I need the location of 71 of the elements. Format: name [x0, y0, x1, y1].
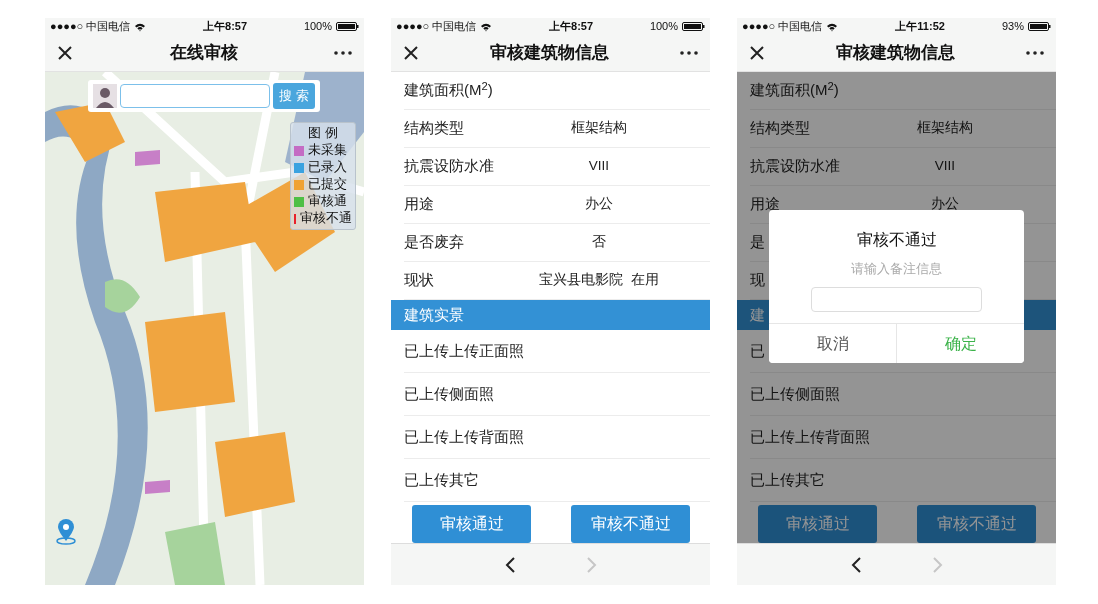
field-value: VIII [587, 157, 611, 176]
carrier-text: ●●●●○ 中国电信 [396, 19, 477, 35]
field-label: 抗震设防水准 [404, 157, 494, 175]
field-label: 是否废弃 [404, 233, 464, 251]
field-value: 框架结构 [916, 119, 974, 138]
field-label: 建筑面积(M$^{2}$) [750, 81, 839, 99]
remark-field[interactable] [811, 286, 982, 312]
legend-label: 未采集 [308, 142, 347, 159]
legend-label: 已提交 [308, 176, 347, 193]
field-label: 现状 [404, 271, 434, 289]
field-value: 办公 [930, 195, 960, 214]
field-label: 结构类型 [750, 119, 810, 137]
battery-text: 100% [649, 19, 678, 35]
legend-title: 图 例 [308, 126, 338, 140]
battery-text: 100% [303, 19, 332, 35]
back-icon[interactable] [504, 556, 516, 573]
photo-item[interactable]: 已上传侧面照 [404, 382, 494, 406]
photo-item[interactable]: 已 [750, 339, 765, 363]
field-label: 现 [750, 271, 765, 289]
time-text: 上午11:52 [895, 19, 945, 35]
time-text: 上午8:57 [549, 19, 594, 35]
field-label: 建筑面积(M$^{2}$) [404, 81, 493, 99]
reject-button[interactable]: 审核不通过 [571, 505, 690, 543]
field-label: 结构类型 [404, 119, 464, 137]
screen-title: 审核建筑物信息 [490, 42, 609, 65]
carrier-text: ●●●●○ 中国电信 [50, 19, 131, 35]
more-icon[interactable] [334, 51, 352, 55]
approve-button[interactable]: 审核通过 [412, 505, 531, 543]
battery-icon [1028, 22, 1051, 31]
field-value: 框架结构 [570, 119, 628, 138]
photo-item[interactable]: 已上传侧面照 [750, 382, 840, 406]
battery-icon [336, 22, 359, 31]
more-icon[interactable] [680, 51, 698, 55]
wifi-icon [826, 21, 839, 32]
location-pin-icon[interactable] [56, 518, 76, 545]
photo-item[interactable]: 已上传上传背面照 [404, 425, 524, 449]
field-label: 用途 [404, 195, 434, 213]
battery-text: 93% [1001, 19, 1024, 35]
field-value: 宝兴县电影院 在用 [538, 271, 660, 290]
section-title: 建筑实景 [404, 304, 464, 325]
back-icon[interactable] [850, 556, 862, 573]
screen-title: 审核建筑物信息 [836, 42, 955, 65]
close-icon[interactable] [57, 45, 73, 61]
close-icon[interactable] [403, 45, 419, 61]
wifi-icon [480, 21, 493, 32]
dialog-message: 请输入备注信息 [851, 261, 942, 278]
dialog-title: 审核不通过 [856, 230, 937, 250]
cancel-button[interactable]: 取消 [769, 323, 897, 363]
field-value: 否 [591, 233, 607, 252]
more-icon[interactable] [1026, 51, 1044, 55]
avatar-icon [93, 84, 117, 108]
search-field[interactable] [120, 84, 270, 108]
legend-label: 已录入 [308, 159, 347, 176]
legend-label: 审核通 [308, 193, 347, 210]
field-value: VIII [933, 157, 957, 176]
battery-icon [682, 22, 705, 31]
section-title: 建 [750, 304, 765, 325]
photo-item[interactable]: 已上传上传背面照 [750, 425, 870, 449]
field-label: 是 [750, 233, 765, 251]
wifi-icon [134, 21, 147, 32]
photo-item[interactable]: 已上传其它 [750, 468, 825, 492]
photo-item[interactable]: 已上传其它 [404, 468, 479, 492]
close-icon[interactable] [749, 45, 765, 61]
field-label: 抗震设防水准 [750, 157, 840, 175]
time-text: 上午8:57 [203, 19, 248, 35]
screen-title: 在线审核 [169, 42, 238, 65]
carrier-text: ●●●●○ 中国电信 [742, 19, 823, 35]
field-value: 办公 [584, 195, 614, 214]
legend-label: 审核不通 [300, 210, 352, 227]
photo-item[interactable]: 已上传上传正面照 [404, 339, 524, 363]
field-label: 用途 [750, 195, 780, 213]
